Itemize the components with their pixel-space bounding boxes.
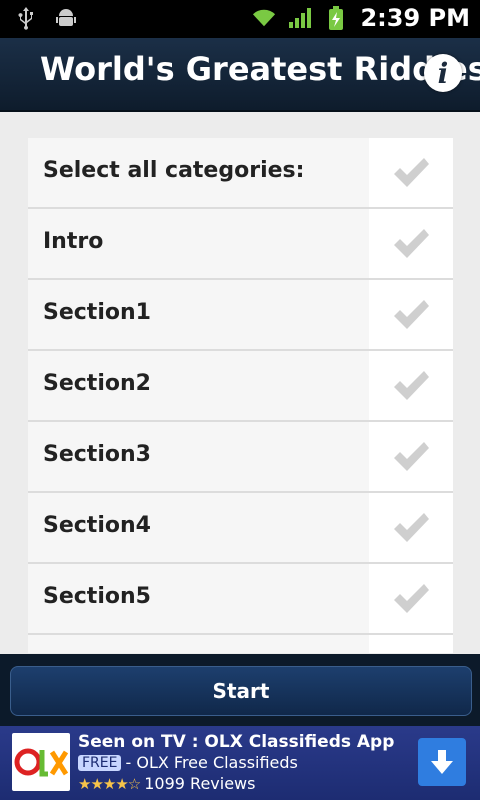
clock: 2:39 PM [360,4,470,32]
checkmark-icon[interactable] [369,635,453,653]
wifi-icon [252,6,276,30]
android-debug-icon [54,6,78,30]
category-label: Section4 [43,513,151,538]
category-row[interactable]: Section5 [28,564,453,635]
ad-subtitle-row: FREE - OLX Free Classifieds [78,753,298,772]
category-row[interactable]: Section3 [28,422,453,493]
checkmark-icon[interactable] [369,564,453,633]
checkmark-icon[interactable] [369,138,453,207]
checkmark-icon[interactable] [369,493,453,562]
app-header: World's Greatest Riddles i [0,38,480,112]
info-button[interactable]: i [424,54,462,92]
ad-subtitle: - OLX Free Classifieds [125,753,298,772]
ad-banner[interactable]: Seen on TV : OLX Classifieds App FREE - … [0,726,480,800]
category-label: Section2 [43,371,151,396]
select-all-row[interactable]: Select all categories: [28,138,453,209]
usb-icon [14,6,38,30]
category-list[interactable]: Select all categories: Intro Section1 Secti… [28,138,453,653]
bottom-bar: Start [0,654,480,726]
category-label: Section1 [43,300,151,325]
category-label: Section3 [43,442,151,467]
checkmark-icon[interactable] [369,422,453,491]
ad-rating-row: ★★★★☆ 1099 Reviews [78,774,255,793]
rating-stars-icon: ★★★★☆ [78,774,141,793]
olx-logo [12,733,70,791]
info-icon: i [437,56,449,90]
checkmark-icon[interactable] [369,209,453,278]
category-label: Select all categories: [43,158,305,183]
category-row[interactable]: Section4 [28,493,453,564]
free-badge: FREE [78,754,122,771]
category-row[interactable]: Section1 [28,280,453,351]
checkmark-icon[interactable] [369,280,453,349]
category-label: Intro [43,229,104,254]
download-button[interactable] [418,738,466,786]
category-row[interactable] [28,635,453,653]
start-button[interactable]: Start [10,666,472,716]
download-arrow-icon [431,750,453,774]
ad-reviews: 1099 Reviews [144,774,256,793]
signal-icon [288,6,312,30]
category-row[interactable]: Intro [28,209,453,280]
category-label: Section5 [43,584,151,609]
page-title: World's Greatest Riddles [40,50,480,88]
status-bar: 2:39 PM [0,0,480,38]
ad-title: Seen on TV : OLX Classifieds App [78,732,395,752]
checkmark-icon[interactable] [369,351,453,420]
battery-charging-icon [324,6,348,30]
category-row[interactable]: Section2 [28,351,453,422]
